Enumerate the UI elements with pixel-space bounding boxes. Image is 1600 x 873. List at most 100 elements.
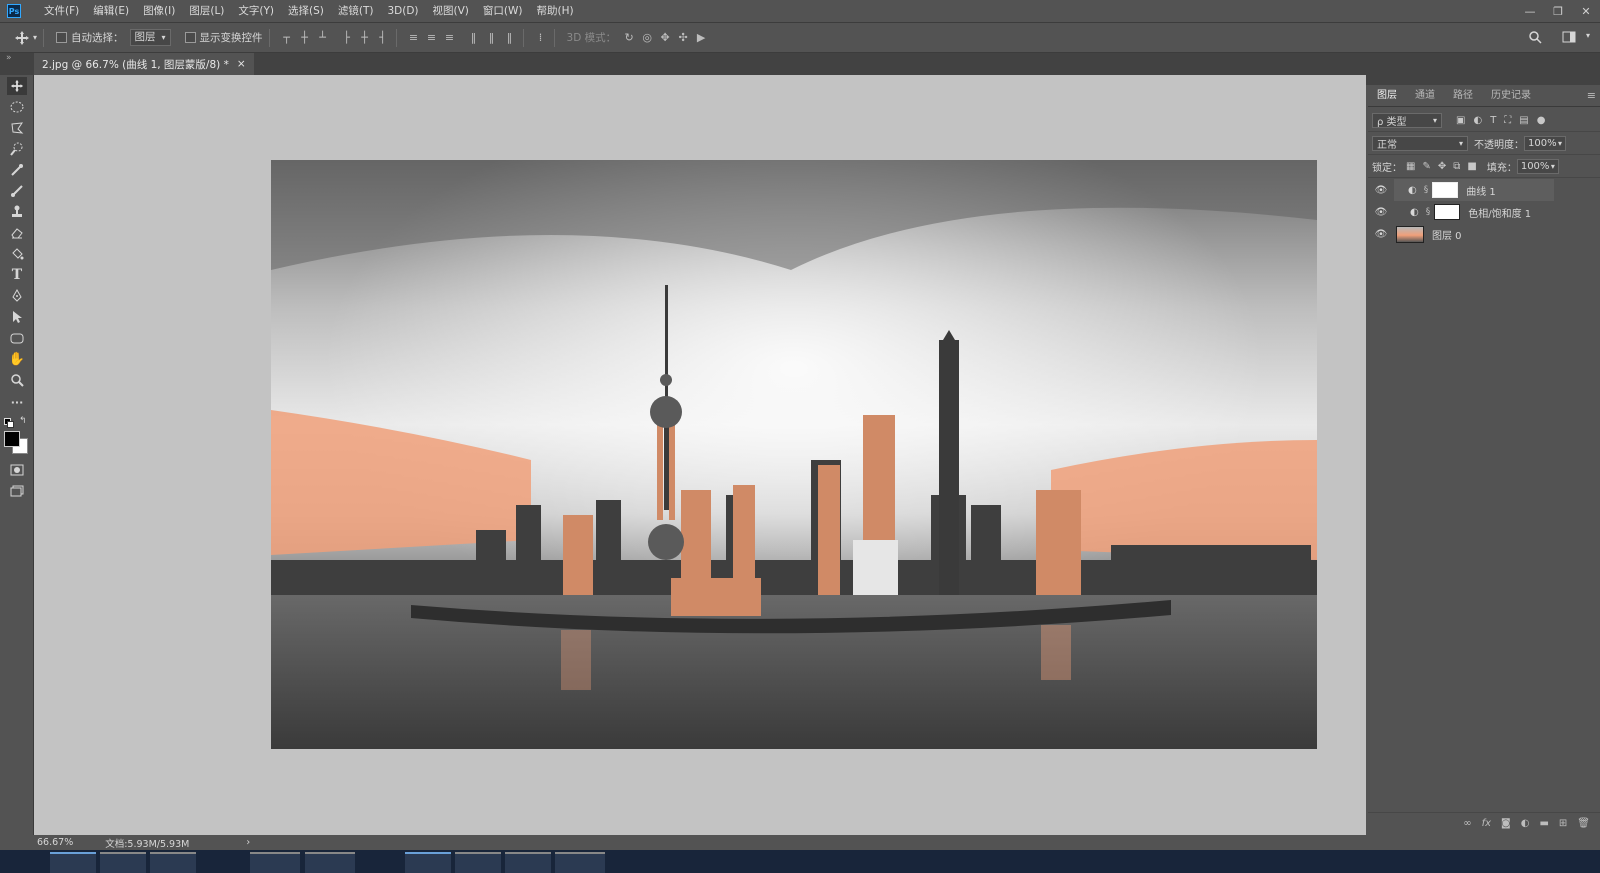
menu-filter[interactable]: 滤镜(T) bbox=[331, 0, 381, 22]
3d-slide-icon[interactable]: ✣ bbox=[676, 31, 690, 45]
filter-type-icon[interactable]: T bbox=[1490, 115, 1496, 126]
filter-shape-icon[interactable]: ⛶ bbox=[1504, 115, 1511, 126]
type-tool[interactable]: T bbox=[7, 266, 27, 284]
distribute-right-icon[interactable]: ‖ bbox=[503, 31, 517, 45]
zoom-level[interactable]: 66.67% bbox=[37, 837, 73, 848]
taskbar-item[interactable] bbox=[150, 852, 196, 873]
swap-colors[interactable]: ↰ bbox=[19, 416, 27, 426]
hand-tool[interactable]: ✋ bbox=[7, 350, 27, 368]
paint-bucket-tool[interactable] bbox=[7, 245, 27, 263]
menu-edit[interactable]: 编辑(E) bbox=[86, 0, 136, 22]
chevron-down-icon[interactable]: ▾ bbox=[1586, 31, 1590, 40]
lock-move-icon[interactable]: ✥ bbox=[1438, 161, 1446, 172]
close-tab-icon[interactable]: × bbox=[237, 58, 246, 70]
path-select-tool[interactable] bbox=[7, 308, 27, 326]
menu-window[interactable]: 窗口(W) bbox=[476, 0, 530, 22]
layer-row[interactable]: 👁 ◐ § 曲线 1 bbox=[1368, 179, 1560, 201]
lock-brush-icon[interactable]: ✎ bbox=[1422, 161, 1430, 172]
menu-help[interactable]: 帮助(H) bbox=[530, 0, 581, 22]
tab-channels[interactable]: 通道 bbox=[1406, 86, 1444, 106]
3d-scale-icon[interactable]: ▶ bbox=[694, 31, 708, 45]
layer-row[interactable]: 👁 图层 0 bbox=[1368, 223, 1560, 245]
document-tab[interactable]: 2.jpg @ 66.7% (曲线 1, 图层蒙版/8) * × bbox=[34, 53, 254, 75]
search-icon[interactable] bbox=[1528, 30, 1542, 47]
taskbar-item[interactable] bbox=[555, 852, 605, 873]
distribute-vcenter-icon[interactable]: ≡ bbox=[425, 31, 439, 45]
opacity-input[interactable]: 100% ▾ bbox=[1524, 136, 1566, 151]
link-icon[interactable]: ∞ bbox=[1463, 818, 1471, 829]
distribute-left-icon[interactable]: ‖ bbox=[467, 31, 481, 45]
filter-type-dropdown[interactable]: ρ 类型 ▾ bbox=[1372, 113, 1442, 128]
brush-tool[interactable] bbox=[7, 182, 27, 200]
align-vcenter-icon[interactable]: ┼ bbox=[298, 31, 312, 45]
taskbar-item[interactable] bbox=[505, 852, 551, 873]
fx-icon[interactable]: fx bbox=[1482, 818, 1491, 829]
foreground-color[interactable] bbox=[4, 431, 20, 447]
auto-select-checkbox[interactable]: 自动选择： bbox=[56, 30, 124, 45]
filter-smart-icon[interactable]: ▤ bbox=[1519, 115, 1528, 126]
menu-view[interactable]: 视图(V) bbox=[426, 0, 476, 22]
quick-mask[interactable] bbox=[7, 461, 27, 479]
fill-input[interactable]: 100% ▾ bbox=[1516, 159, 1559, 174]
new-layer-icon[interactable]: ⊞ bbox=[1559, 818, 1567, 829]
show-transform-checkbox[interactable]: 显示变换控件 bbox=[184, 30, 263, 45]
menu-select[interactable]: 选择(S) bbox=[281, 0, 331, 22]
auto-select-dropdown[interactable]: 图层 ▾ bbox=[129, 29, 171, 46]
layer-mask-thumbnail[interactable] bbox=[1434, 204, 1461, 220]
screen-mode[interactable] bbox=[7, 482, 27, 500]
eraser-tool[interactable] bbox=[7, 224, 27, 242]
layer-mask-thumbnail[interactable] bbox=[1432, 182, 1459, 198]
default-colors[interactable] bbox=[4, 418, 14, 428]
mask-icon[interactable]: ◙ bbox=[1501, 818, 1511, 829]
menu-3d[interactable]: 3D(D) bbox=[380, 0, 425, 22]
align-right-icon[interactable]: ┤ bbox=[376, 31, 390, 45]
tab-layers[interactable]: 图层 bbox=[1368, 86, 1406, 106]
lock-transparent-icon[interactable]: ▦ bbox=[1406, 161, 1415, 172]
visibility-eye-icon[interactable]: 👁 bbox=[1374, 229, 1388, 240]
move-tool[interactable] bbox=[7, 77, 27, 95]
panel-collapse-icon[interactable]: » bbox=[6, 53, 12, 63]
minimize-button[interactable]: — bbox=[1516, 0, 1544, 22]
auto-align-icon[interactable]: ⁞ bbox=[534, 31, 548, 45]
lasso-tool[interactable] bbox=[7, 119, 27, 137]
3d-rotate-icon[interactable]: ↻ bbox=[622, 31, 636, 45]
lock-all-icon[interactable]: ■ bbox=[1467, 161, 1476, 172]
layer-row[interactable]: 👁 ◐ § 色相/饱和度 1 bbox=[1368, 201, 1560, 223]
filter-toggle-icon[interactable]: ● bbox=[1537, 115, 1546, 126]
eyedropper-tool[interactable] bbox=[7, 161, 27, 179]
taskbar-item[interactable] bbox=[100, 852, 146, 873]
taskbar-item[interactable] bbox=[455, 852, 501, 873]
trash-icon[interactable]: 🗑 bbox=[1577, 818, 1590, 829]
close-window-button[interactable]: ✕ bbox=[1572, 0, 1600, 22]
adjustment-icon[interactable]: ◐ bbox=[1521, 818, 1530, 829]
more-tools[interactable]: ··· bbox=[7, 393, 27, 411]
shape-tool[interactable] bbox=[7, 329, 27, 347]
align-bottom-icon[interactable]: ┴ bbox=[316, 31, 330, 45]
lock-artboard-icon[interactable]: ⧉ bbox=[1453, 161, 1460, 172]
stamp-tool[interactable] bbox=[7, 203, 27, 221]
quick-select-tool[interactable] bbox=[7, 140, 27, 158]
restore-button[interactable]: ❐ bbox=[1544, 0, 1572, 22]
menu-type[interactable]: 文字(Y) bbox=[231, 0, 281, 22]
menu-image[interactable]: 图像(I) bbox=[136, 0, 182, 22]
3d-pan-icon[interactable]: ✥ bbox=[658, 31, 672, 45]
filter-adjustment-icon[interactable]: ◐ bbox=[1473, 115, 1482, 126]
menu-file[interactable]: 文件(F) bbox=[37, 0, 86, 22]
blend-mode-dropdown[interactable]: 正常 ▾ bbox=[1372, 136, 1468, 151]
folder-icon[interactable]: ▬ bbox=[1539, 818, 1548, 829]
status-menu-arrow[interactable]: › bbox=[246, 837, 250, 848]
menu-layer[interactable]: 图层(L) bbox=[182, 0, 231, 22]
layer-thumbnail[interactable] bbox=[1396, 225, 1424, 243]
3d-roll-icon[interactable]: ◎ bbox=[640, 31, 654, 45]
align-left-icon[interactable]: ├ bbox=[340, 31, 354, 45]
distribute-top-icon[interactable]: ≡ bbox=[407, 31, 421, 45]
workspace-icon[interactable] bbox=[1562, 30, 1576, 47]
filter-pixel-icon[interactable]: ▣ bbox=[1456, 115, 1465, 126]
move-tool-preset[interactable]: ▾ bbox=[14, 30, 37, 46]
zoom-tool[interactable] bbox=[7, 371, 27, 389]
distribute-hcenter-icon[interactable]: ‖ bbox=[485, 31, 499, 45]
distribute-bottom-icon[interactable]: ≡ bbox=[443, 31, 457, 45]
visibility-eye-icon[interactable]: 👁 bbox=[1374, 185, 1388, 196]
panel-menu-icon[interactable]: ≡ bbox=[1587, 86, 1596, 106]
taskbar-item[interactable] bbox=[405, 852, 451, 873]
